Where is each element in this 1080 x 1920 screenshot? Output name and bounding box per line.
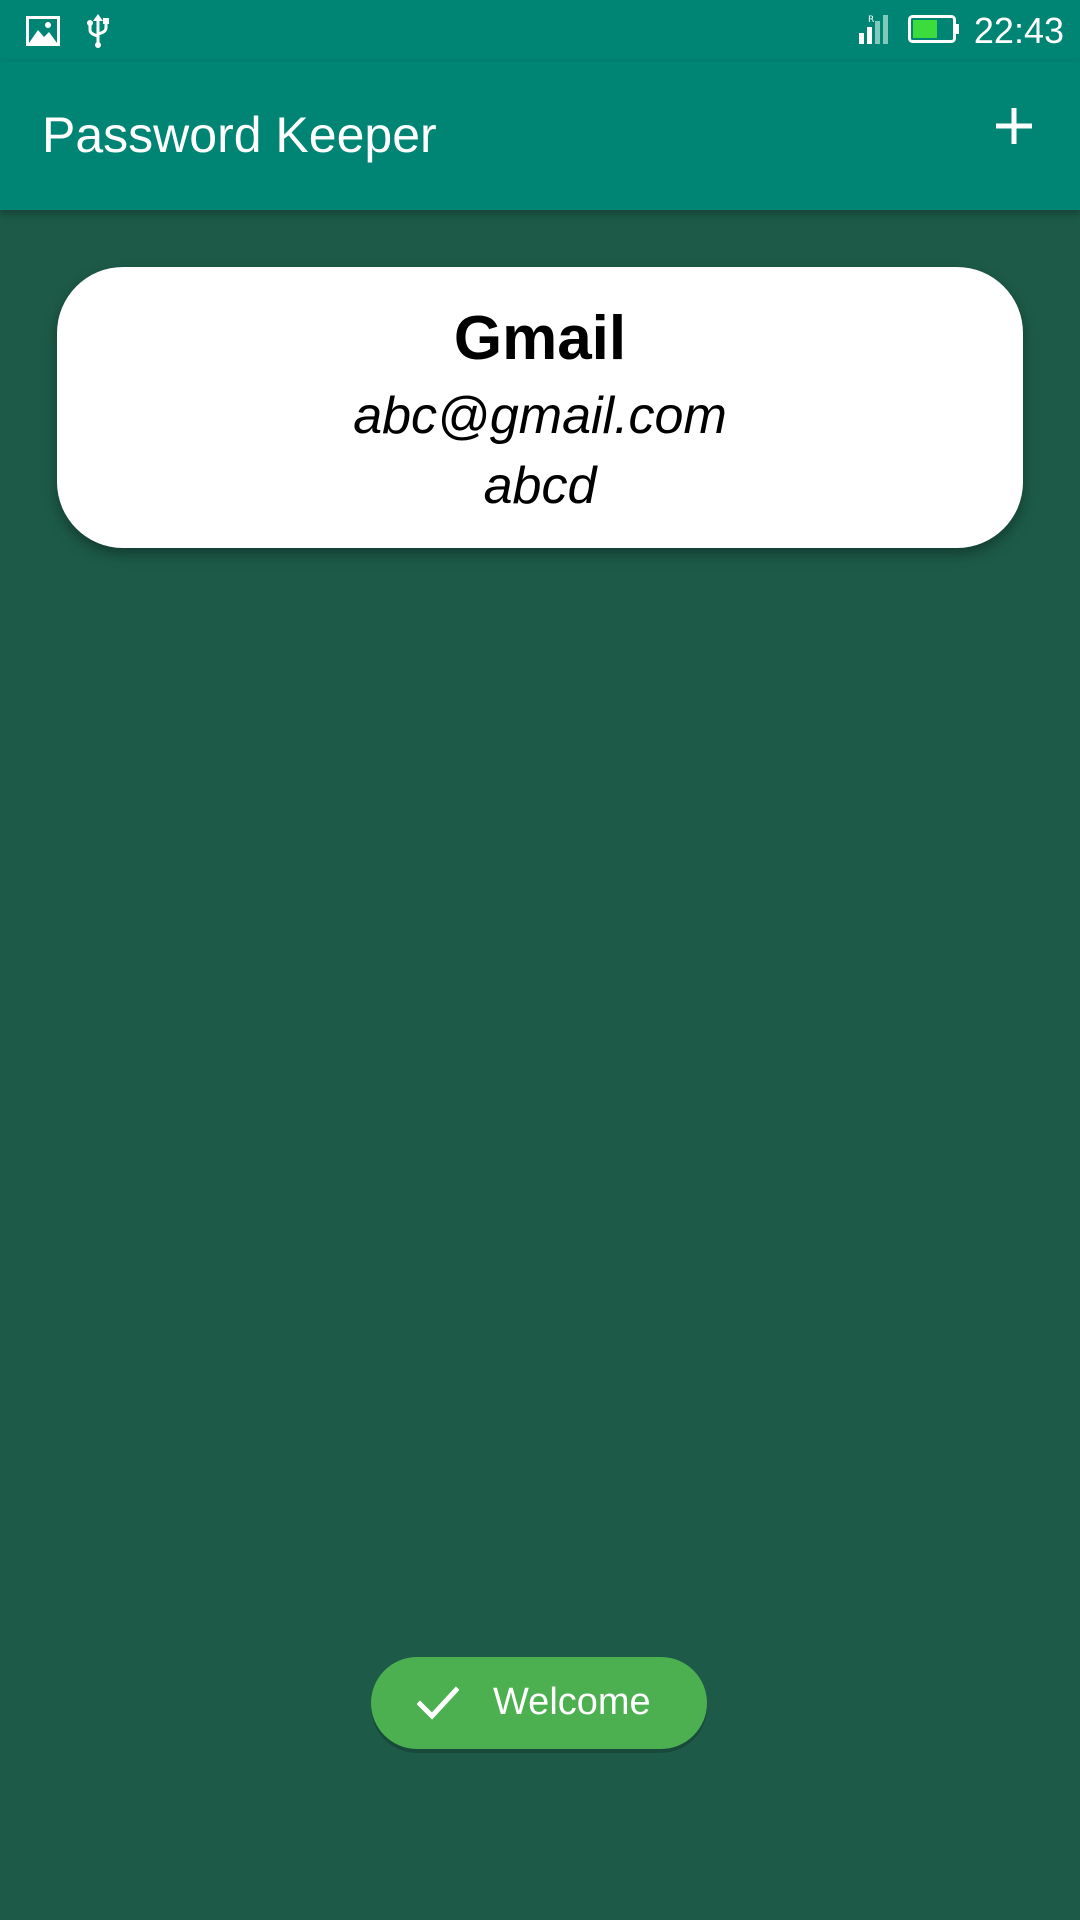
entry-password: abcd <box>483 457 597 515</box>
check-icon <box>416 1683 460 1723</box>
plus-icon <box>994 106 1034 151</box>
status-right-icons: R 22:43 <box>858 10 1064 52</box>
screen: R 22:43 Password Keeper Gmail abc@gmail.… <box>0 0 1080 1920</box>
image-icon <box>26 16 60 51</box>
add-entry-button[interactable] <box>976 90 1052 166</box>
status-bar: R 22:43 <box>0 0 1080 62</box>
status-left-icons <box>26 14 110 53</box>
toast-message: Welcome <box>493 1681 651 1723</box>
battery-icon <box>907 14 960 49</box>
app-title: Password Keeper <box>42 107 437 163</box>
signal-icon: R <box>858 13 894 50</box>
welcome-toast: Welcome <box>371 1657 707 1749</box>
password-entry-card[interactable]: Gmail abc@gmail.com abcd <box>57 267 1023 548</box>
entry-name: Gmail <box>453 304 627 373</box>
status-time: 22:43 <box>973 10 1064 51</box>
entry-email: abc@gmail.com <box>353 387 727 445</box>
usb-icon <box>86 14 110 53</box>
app-bar: Password Keeper <box>0 62 1080 210</box>
svg-text:R: R <box>868 15 874 25</box>
